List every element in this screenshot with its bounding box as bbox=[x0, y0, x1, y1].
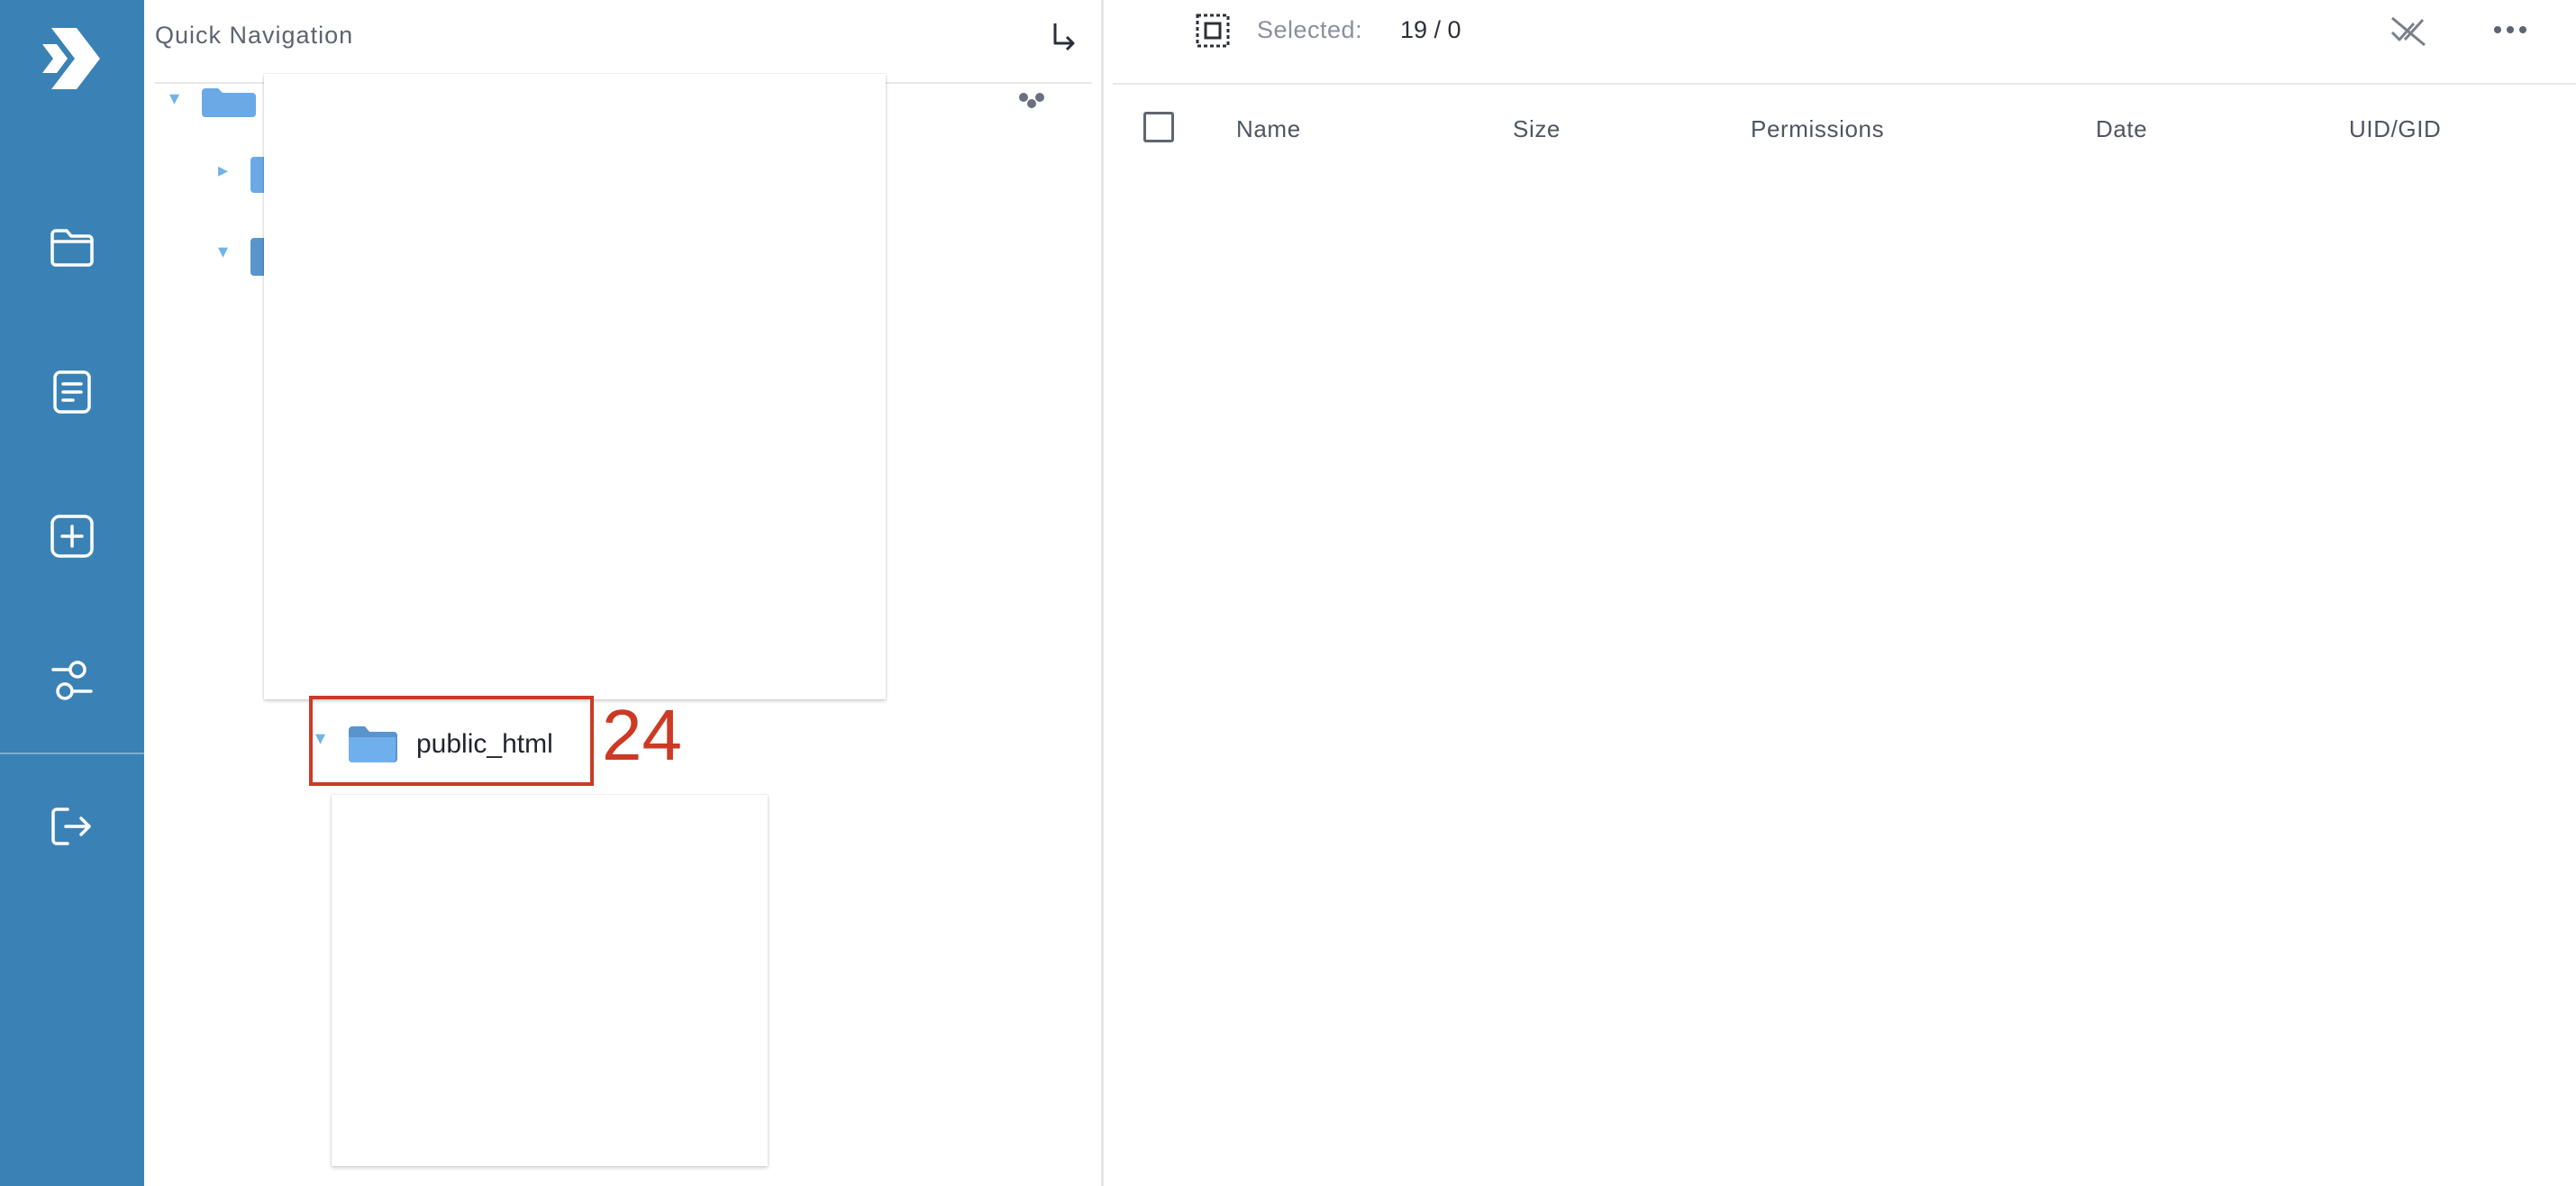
file-list-panel: Selected: 19 / 0 Name Size Permissions D… bbox=[1104, 0, 2576, 1186]
folder-icon bbox=[50, 229, 94, 267]
select-all-checkbox[interactable] bbox=[1143, 112, 1174, 142]
tree-item-public-html[interactable]: ▾ public_html bbox=[309, 696, 594, 786]
tree-item-label: public_html bbox=[416, 729, 553, 759]
logout-icon bbox=[51, 807, 91, 845]
column-header-name[interactable]: Name bbox=[1236, 115, 1301, 143]
more-horizontal-icon bbox=[2494, 26, 2526, 33]
folder-icon bbox=[349, 726, 397, 762]
plus-square-icon bbox=[50, 515, 94, 558]
hierarchy-icon bbox=[1019, 93, 1044, 108]
sidebar-rail bbox=[0, 0, 144, 1186]
tree-caret-expanded[interactable]: ▾ bbox=[169, 87, 179, 110]
tree-caret-expanded[interactable]: ▾ bbox=[315, 726, 325, 750]
sidebar-item-editor[interactable] bbox=[0, 342, 144, 442]
deselect-icon bbox=[2390, 16, 2426, 47]
selected-count: 19 / 0 bbox=[1400, 16, 1461, 43]
column-header-date[interactable]: Date bbox=[2096, 115, 2147, 143]
sidebar-item-create[interactable] bbox=[0, 487, 144, 586]
tree-options-button[interactable] bbox=[1018, 90, 1045, 114]
tree-caret-collapsed[interactable]: ▸ bbox=[218, 159, 228, 182]
selected-label: Selected: bbox=[1257, 16, 1363, 43]
select-all-button[interactable] bbox=[1195, 13, 1231, 53]
quick-navigation-close-button[interactable] bbox=[1048, 20, 1079, 57]
annotation-badge: 24 bbox=[602, 695, 682, 775]
quick-navigation-panel: Quick Navigation ▾ ▸ ▾ ▾ public_html 24 bbox=[144, 0, 1102, 1186]
logo-button[interactable] bbox=[0, 9, 144, 108]
column-header-size[interactable]: Size bbox=[1513, 115, 1561, 143]
more-actions-button[interactable] bbox=[2492, 16, 2528, 48]
column-header-uid-gid[interactable]: UID/GID bbox=[2349, 115, 2441, 143]
select-box-icon bbox=[1196, 14, 1230, 48]
chevron-logo-icon bbox=[42, 28, 100, 89]
folder-icon bbox=[202, 88, 256, 117]
quick-navigation-title: Quick Navigation bbox=[155, 22, 354, 49]
sidebar-item-settings[interactable] bbox=[0, 631, 144, 730]
column-header-permissions[interactable]: Permissions bbox=[1751, 115, 1884, 143]
settings-sliders-icon bbox=[51, 661, 93, 700]
sidebar-item-logout[interactable] bbox=[0, 777, 144, 876]
document-icon bbox=[53, 370, 91, 414]
arrow-down-right-icon bbox=[1053, 23, 1075, 51]
folder-context-popup bbox=[264, 74, 886, 699]
tree-caret-expanded[interactable]: ▾ bbox=[218, 240, 228, 263]
toolbar-divider bbox=[1113, 83, 2576, 85]
deselect-button[interactable] bbox=[2389, 13, 2430, 53]
sidebar-item-files[interactable] bbox=[0, 198, 144, 297]
subfolder-popup bbox=[332, 795, 768, 1166]
sidebar-divider bbox=[0, 753, 144, 754]
